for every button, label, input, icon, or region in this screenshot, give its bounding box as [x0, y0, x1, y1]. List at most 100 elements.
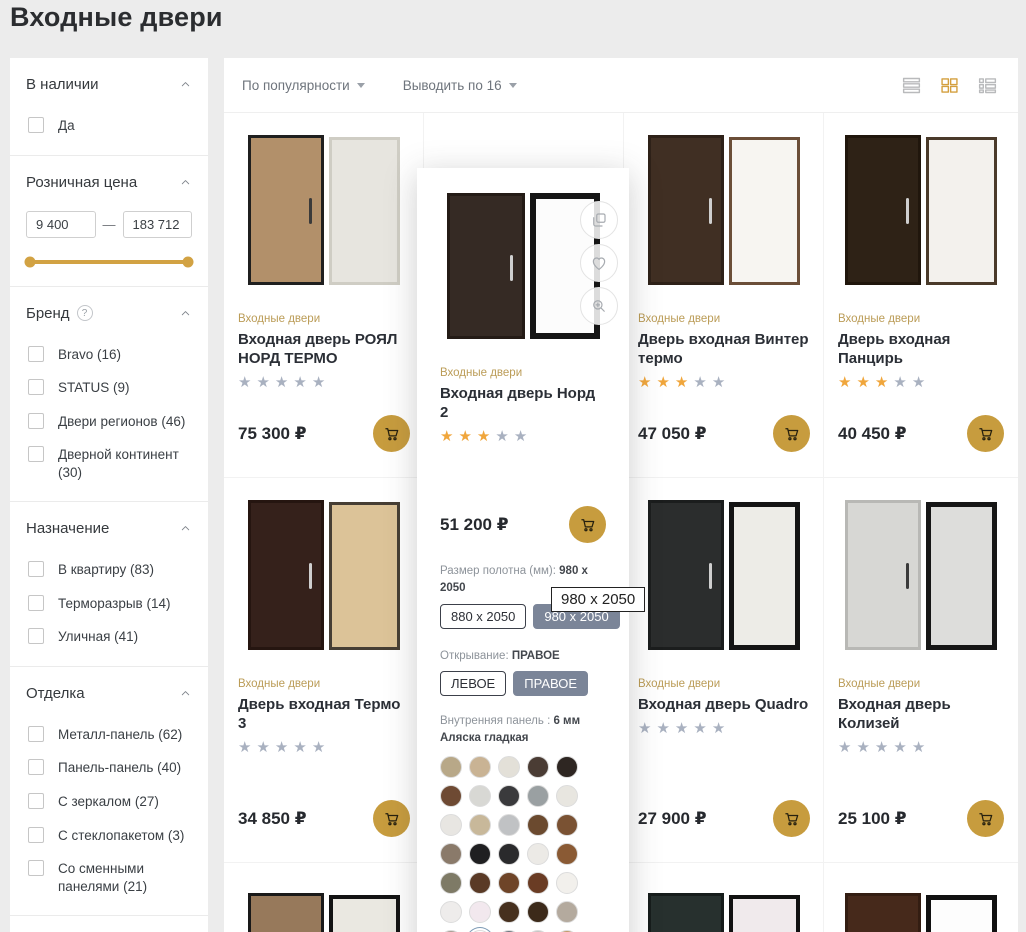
add-to-cart-button[interactable]	[967, 800, 1004, 837]
product-title[interactable]: Входная дверь РОЯЛ НОРД ТЕРМО	[238, 330, 410, 368]
color-swatch[interactable]	[498, 814, 520, 836]
add-to-cart-button[interactable]	[773, 415, 810, 452]
price-range-slider[interactable]	[30, 260, 188, 264]
product-title[interactable]: Входная дверь Норд 2	[440, 384, 606, 422]
color-swatch[interactable]	[556, 901, 578, 923]
color-swatch[interactable]	[527, 814, 549, 836]
color-swatch[interactable]	[469, 785, 491, 807]
filter-section-header[interactable]: Бренд?	[26, 297, 192, 332]
product-category[interactable]: Входные двери	[638, 678, 810, 690]
filter-option[interactable]: STATUS (9)	[28, 371, 192, 405]
checkbox[interactable]	[28, 860, 44, 876]
filter-section-header[interactable]: Толщина металла	[26, 926, 192, 932]
product-image[interactable]	[838, 135, 1004, 285]
checkbox[interactable]	[28, 346, 44, 362]
help-icon[interactable]: ?	[77, 305, 93, 321]
product-card[interactable]: Входные двериВходная дверь Колизей★★★★★2…	[824, 478, 1018, 863]
filter-option[interactable]: Со сменными панелями (21)	[28, 852, 192, 903]
product-category[interactable]: Входные двери	[838, 678, 1004, 690]
product-category[interactable]: Входные двери	[238, 678, 410, 690]
filter-option[interactable]: С стеклопакетом (3)	[28, 819, 192, 853]
filter-option[interactable]: Двери регионов (46)	[28, 405, 192, 439]
product-title[interactable]: Входная дверь Колизей	[838, 695, 1004, 733]
product-title[interactable]: Входная дверь Quadro	[638, 695, 810, 714]
filter-option[interactable]: Терморазрыв (14)	[28, 587, 192, 621]
filter-option[interactable]: Дверной континент (30)	[28, 438, 192, 489]
price-min-input[interactable]: 9 400	[26, 211, 96, 238]
grid-view-icon[interactable]	[939, 75, 960, 96]
color-swatch[interactable]	[440, 785, 462, 807]
color-swatch[interactable]	[556, 872, 578, 894]
color-swatch[interactable]	[498, 843, 520, 865]
color-swatch[interactable]	[469, 872, 491, 894]
color-swatch[interactable]	[440, 814, 462, 836]
product-image[interactable]	[638, 500, 810, 650]
price-max-input[interactable]: 183 712	[123, 211, 193, 238]
add-to-cart-button[interactable]	[967, 415, 1004, 452]
color-swatch[interactable]	[527, 785, 549, 807]
checkbox[interactable]	[28, 117, 44, 133]
color-swatch[interactable]	[440, 901, 462, 923]
add-to-cart-button[interactable]	[373, 800, 410, 837]
color-swatch[interactable]	[556, 814, 578, 836]
product-card[interactable]: Входные двериВходная дверь Quadro★★★★★27…	[624, 478, 824, 863]
color-swatch[interactable]	[469, 814, 491, 836]
checkbox[interactable]	[28, 446, 44, 462]
color-swatch[interactable]	[440, 872, 462, 894]
checkbox[interactable]	[28, 759, 44, 775]
checkbox[interactable]	[28, 793, 44, 809]
filter-option[interactable]: В квартиру (83)	[28, 553, 192, 587]
filter-option[interactable]: Панель-панель (40)	[28, 751, 192, 785]
expanded-product-card[interactable]: Входные двери Входная дверь Норд 2 ★★★★★…	[417, 168, 629, 932]
list-view-icon[interactable]	[901, 75, 922, 96]
checkbox[interactable]	[28, 379, 44, 395]
color-swatch[interactable]	[469, 843, 491, 865]
product-image[interactable]	[838, 500, 1004, 650]
checkbox[interactable]	[28, 561, 44, 577]
filter-option[interactable]: С зеркалом (27)	[28, 785, 192, 819]
add-to-cart-button[interactable]	[569, 506, 606, 543]
opening-option-button[interactable]: ПРАВОЕ	[513, 671, 588, 696]
color-swatch[interactable]	[556, 843, 578, 865]
color-swatch[interactable]	[469, 756, 491, 778]
add-to-cart-button[interactable]	[773, 800, 810, 837]
product-title[interactable]: Дверь входная Термо 3	[238, 695, 410, 733]
product-card[interactable]: Входные двериДверь входная Винтер термо★…	[624, 113, 824, 478]
product-image[interactable]	[440, 193, 606, 339]
product-image[interactable]	[238, 500, 410, 650]
color-swatch[interactable]	[440, 756, 462, 778]
filter-option[interactable]: Bravo (16)	[28, 338, 192, 372]
opening-option-button[interactable]: ЛЕВОЕ	[440, 671, 506, 696]
product-card[interactable]	[224, 863, 424, 932]
color-swatch[interactable]	[527, 756, 549, 778]
color-swatch[interactable]	[556, 785, 578, 807]
slider-handle-max[interactable]	[183, 256, 194, 267]
color-swatch[interactable]	[440, 843, 462, 865]
checkbox[interactable]	[28, 827, 44, 843]
color-swatch[interactable]	[498, 901, 520, 923]
product-image[interactable]	[638, 135, 810, 285]
product-image[interactable]	[238, 893, 410, 932]
product-category[interactable]: Входные двери	[638, 313, 810, 325]
checkbox[interactable]	[28, 628, 44, 644]
product-category[interactable]: Входные двери	[238, 313, 410, 325]
color-swatch[interactable]	[498, 756, 520, 778]
sort-dropdown[interactable]: По популярности	[242, 78, 365, 93]
product-image[interactable]	[838, 893, 1004, 932]
color-swatch[interactable]	[556, 756, 578, 778]
color-swatch[interactable]	[527, 872, 549, 894]
compare-icon[interactable]	[580, 201, 618, 239]
product-image[interactable]	[238, 135, 410, 285]
product-card[interactable]	[624, 863, 824, 932]
compact-view-icon[interactable]	[977, 75, 998, 96]
zoom-icon[interactable]	[580, 287, 618, 325]
checkbox[interactable]	[28, 413, 44, 429]
product-card[interactable]: Входные двериДверь входная Термо 3★★★★★3…	[224, 478, 424, 863]
filter-option[interactable]: Металл-панель (62)	[28, 718, 192, 752]
checkbox[interactable]	[28, 595, 44, 611]
product-category[interactable]: Входные двери	[440, 367, 606, 379]
product-title[interactable]: Дверь входная Панцирь	[838, 330, 1004, 368]
color-swatch[interactable]	[469, 901, 491, 923]
product-card[interactable]: Входные двериДверь входная Панцирь★★★★★4…	[824, 113, 1018, 478]
checkbox[interactable]	[28, 726, 44, 742]
